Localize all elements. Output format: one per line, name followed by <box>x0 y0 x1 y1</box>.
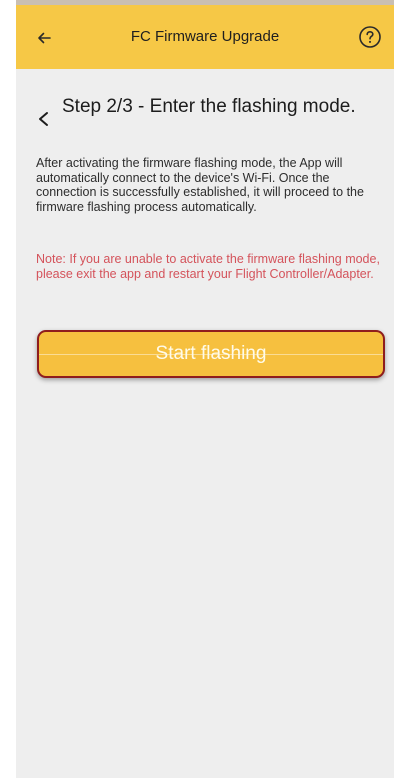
app-screen: FC Firmware Upgrade Step 2/3 - Enter the… <box>16 0 394 778</box>
back-arrow-icon[interactable] <box>30 27 58 49</box>
start-flashing-label: Start flashing <box>155 343 267 364</box>
help-question-icon[interactable] <box>358 25 382 49</box>
step-title: Step 2/3 - Enter the flashing mode. <box>62 96 356 117</box>
chevron-left-icon[interactable] <box>36 108 52 130</box>
warning-note: Note: If you are unable to activate the … <box>36 252 380 281</box>
start-flashing-button[interactable]: Start flashing <box>37 330 385 378</box>
instructions-text: After activating the firmware flashing m… <box>36 156 364 214</box>
app-bar: FC Firmware Upgrade <box>16 5 394 69</box>
app-bar-title: FC Firmware Upgrade <box>130 28 280 45</box>
